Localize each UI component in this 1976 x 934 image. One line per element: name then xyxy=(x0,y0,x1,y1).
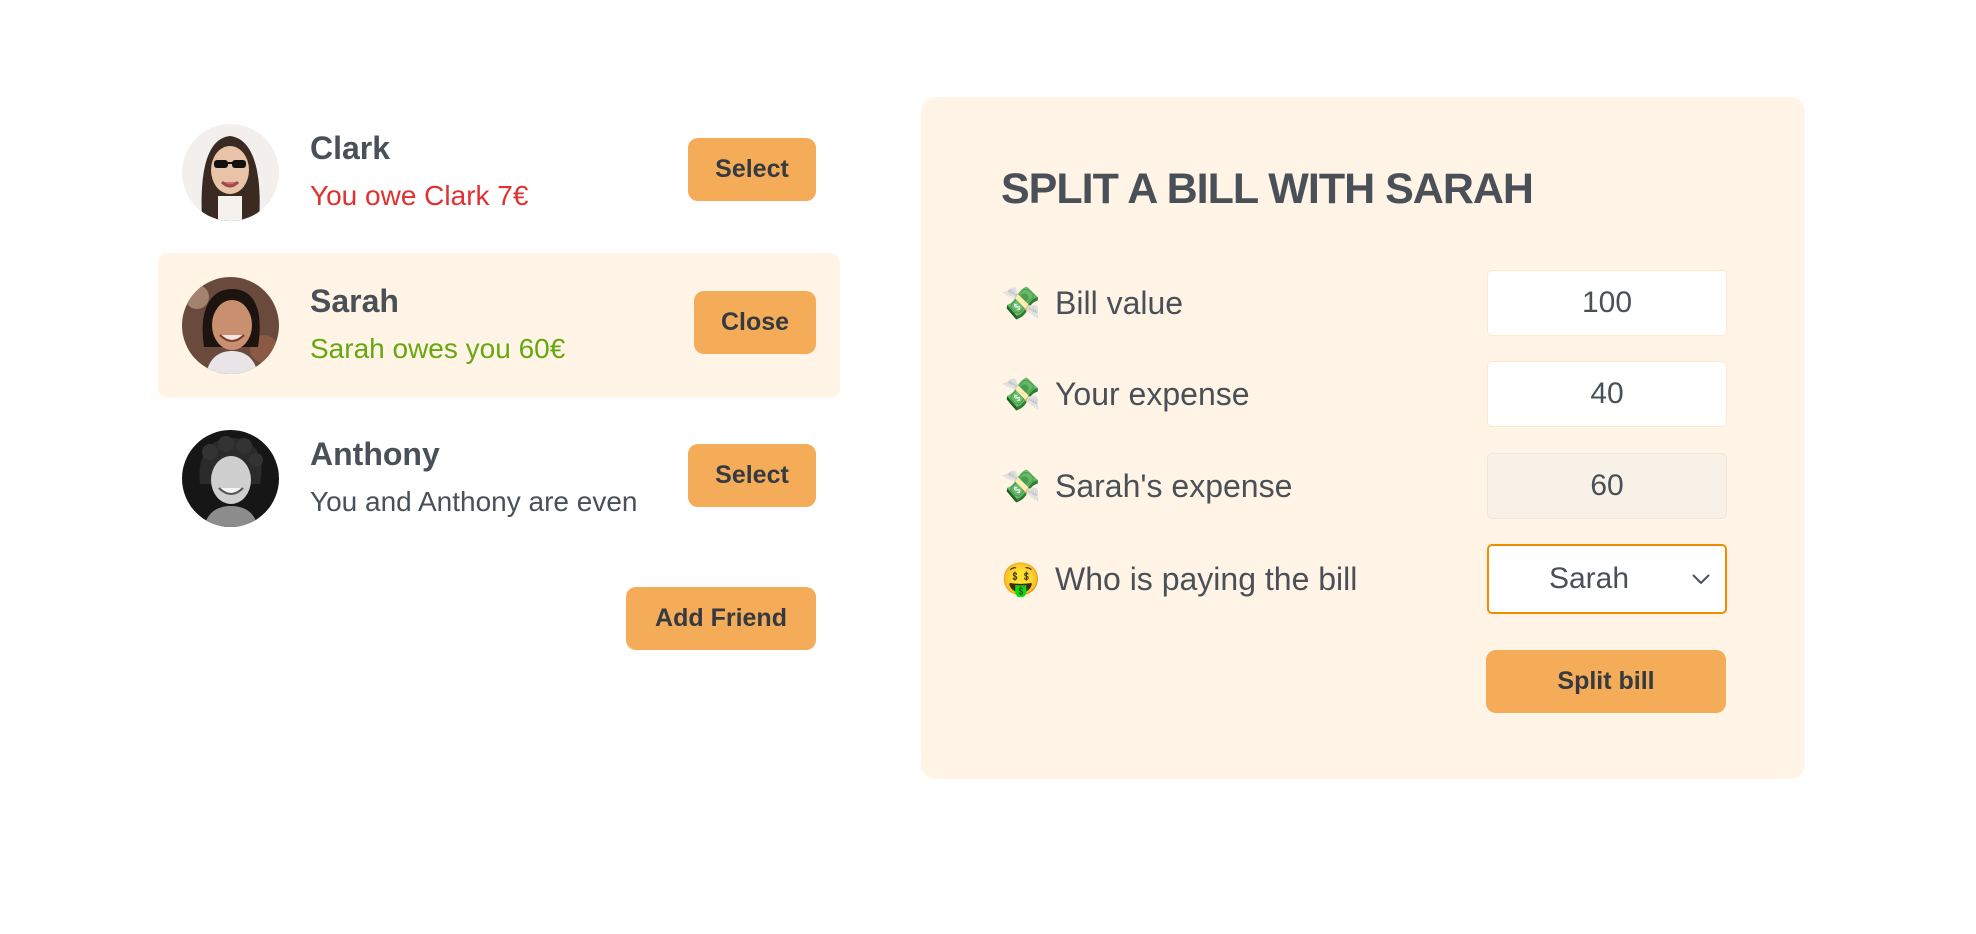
friend-name: Anthony xyxy=(310,436,440,472)
money-with-wings-icon: 💸 xyxy=(1001,376,1041,412)
friend-item-anthony: Anthony You and Anthony are even Select xyxy=(158,406,840,551)
close-sarah-button[interactable]: Close xyxy=(694,291,816,354)
friend-name: Clark xyxy=(310,130,391,166)
select-clark-button[interactable]: Select xyxy=(688,138,816,201)
your-expense-label: Your expense xyxy=(1055,375,1250,412)
friend-expense-input xyxy=(1487,453,1727,519)
split-bill-form: SPLIT A BILL WITH SARAH 💸 Bill value 💸 Y… xyxy=(921,97,1805,779)
payer-row: 🤑 Who is paying the bill Sarah xyxy=(1001,544,1727,614)
payer-label: Who is paying the bill xyxy=(1055,560,1358,597)
friend-item-clark: Clark You owe Clark 7€ Select xyxy=(158,100,840,245)
bill-value-input[interactable] xyxy=(1487,270,1727,336)
add-friend-button[interactable]: Add Friend xyxy=(626,587,816,650)
friend-balance: You and Anthony are even xyxy=(310,486,638,517)
chevron-down-icon xyxy=(1692,574,1710,585)
friend-name: Sarah xyxy=(310,283,399,319)
your-expense-row: 💸 Your expense xyxy=(1001,361,1727,427)
friend-balance: Sarah owes you 60€ xyxy=(310,333,566,364)
friends-list: Clark You owe Clark 7€ Select Sarah Sara… xyxy=(158,100,840,559)
bill-value-row: 💸 Bill value xyxy=(1001,270,1727,336)
avatar xyxy=(182,124,279,221)
friend-item-sarah: Sarah Sarah owes you 60€ Close xyxy=(158,253,840,398)
split-bill-button[interactable]: Split bill xyxy=(1486,650,1726,713)
bill-value-label: Bill value xyxy=(1055,284,1184,321)
form-title: SPLIT A BILL WITH SARAH xyxy=(1001,165,1534,213)
money-mouth-face-icon: 🤑 xyxy=(1001,561,1041,597)
friend-expense-label: Sarah's expense xyxy=(1055,467,1293,504)
avatar xyxy=(182,277,279,374)
your-expense-input[interactable] xyxy=(1487,361,1727,427)
payer-select[interactable]: Sarah xyxy=(1487,544,1727,614)
avatar xyxy=(182,430,279,527)
friend-expense-row: 💸 Sarah's expense xyxy=(1001,453,1727,519)
friend-balance: You owe Clark 7€ xyxy=(310,180,529,211)
select-anthony-button[interactable]: Select xyxy=(688,444,816,507)
money-with-wings-icon: 💸 xyxy=(1001,285,1041,321)
app: Clark You owe Clark 7€ Select Sarah Sara… xyxy=(0,0,1976,934)
payer-selected-value: Sarah xyxy=(1548,562,1630,595)
money-with-wings-icon: 💸 xyxy=(1001,468,1041,504)
